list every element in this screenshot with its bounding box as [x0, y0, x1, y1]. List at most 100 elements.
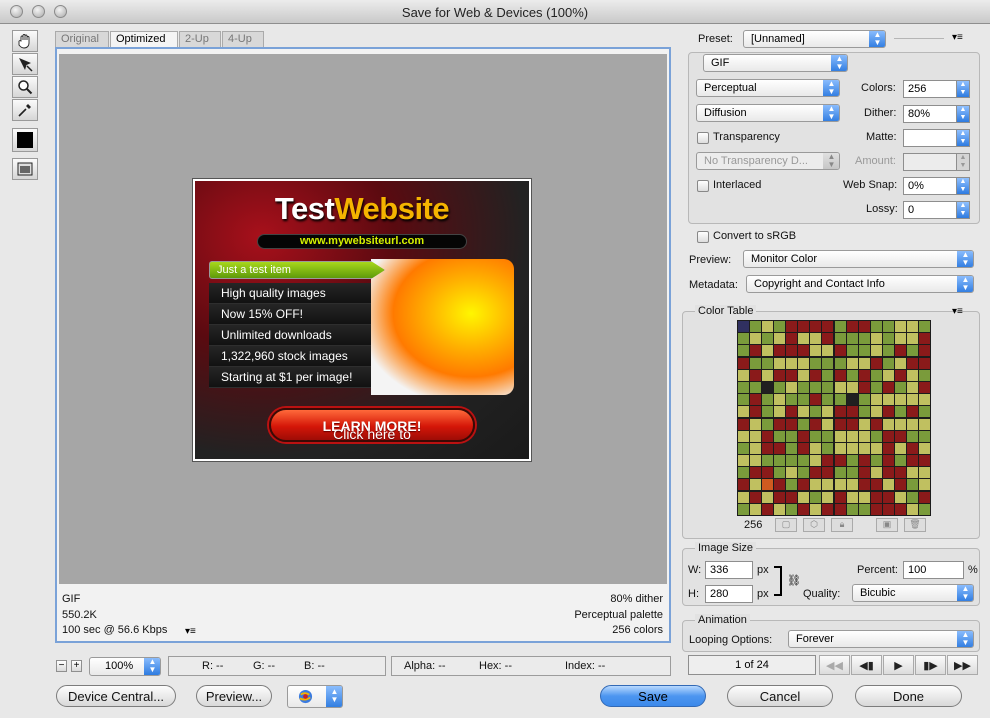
new-color-button[interactable]: ▣: [876, 518, 898, 532]
color-swatch[interactable]: [870, 321, 882, 332]
color-swatch[interactable]: [822, 406, 834, 418]
color-swatch[interactable]: [786, 455, 798, 467]
color-swatch[interactable]: [882, 418, 894, 430]
color-swatch[interactable]: [798, 418, 810, 430]
browser-preview-select[interactable]: ▲ ▼: [287, 685, 343, 708]
color-swatch[interactable]: [894, 321, 906, 332]
color-swatch[interactable]: [858, 442, 870, 454]
color-swatch[interactable]: [846, 406, 858, 418]
color-swatch[interactable]: [894, 369, 906, 381]
color-swatch[interactable]: [834, 406, 846, 418]
color-swatch[interactable]: [798, 406, 810, 418]
color-swatch[interactable]: [750, 357, 762, 369]
color-swatch[interactable]: [822, 333, 834, 345]
websnap-field[interactable]: 0%: [903, 177, 957, 195]
color-swatch[interactable]: [882, 333, 894, 345]
color-swatch[interactable]: [882, 467, 894, 479]
color-swatch[interactable]: [858, 357, 870, 369]
color-swatch[interactable]: [810, 321, 822, 332]
color-swatch[interactable]: [894, 467, 906, 479]
reduction-select[interactable]: Perceptual ▲ ▼: [696, 79, 840, 97]
color-table-grid[interactable]: [737, 320, 931, 516]
color-swatch[interactable]: [906, 442, 918, 454]
color-swatch[interactable]: [858, 321, 870, 332]
color-swatch[interactable]: [906, 455, 918, 467]
color-swatch[interactable]: [882, 442, 894, 454]
color-swatch[interactable]: [798, 345, 810, 357]
color-swatch[interactable]: [882, 381, 894, 393]
color-swatch[interactable]: [846, 369, 858, 381]
color-swatch[interactable]: [858, 455, 870, 467]
color-swatch[interactable]: [750, 503, 762, 515]
color-swatch[interactable]: [918, 418, 930, 430]
color-swatch[interactable]: [882, 345, 894, 357]
color-swatch[interactable]: [798, 321, 810, 332]
color-swatch[interactable]: [822, 321, 834, 332]
color-swatch[interactable]: [822, 394, 834, 406]
color-swatch[interactable]: [882, 455, 894, 467]
color-swatch[interactable]: [822, 430, 834, 442]
color-swatch[interactable]: [738, 442, 749, 454]
color-swatch[interactable]: [810, 503, 822, 515]
color-swatch[interactable]: [870, 333, 882, 345]
color-swatch[interactable]: [786, 357, 798, 369]
color-swatch[interactable]: [810, 406, 822, 418]
color-swatch[interactable]: [774, 369, 786, 381]
color-swatch[interactable]: [822, 381, 834, 393]
color-swatch[interactable]: [846, 357, 858, 369]
color-swatch[interactable]: [750, 394, 762, 406]
percent-field[interactable]: 100: [903, 561, 964, 579]
color-swatch[interactable]: [762, 479, 774, 491]
color-swatch[interactable]: [834, 467, 846, 479]
color-swatch[interactable]: [798, 479, 810, 491]
color-swatch[interactable]: [774, 455, 786, 467]
color-swatch[interactable]: [918, 381, 930, 393]
color-swatch[interactable]: [798, 503, 810, 515]
color-swatch[interactable]: [870, 479, 882, 491]
color-swatch[interactable]: [894, 430, 906, 442]
color-swatch[interactable]: [894, 406, 906, 418]
color-swatch[interactable]: [810, 491, 822, 503]
color-swatch[interactable]: [750, 381, 762, 393]
color-swatch[interactable]: [906, 321, 918, 332]
color-swatch[interactable]: [834, 321, 846, 332]
color-swatch[interactable]: [786, 333, 798, 345]
matte-field[interactable]: [903, 129, 957, 147]
color-swatch[interactable]: [834, 503, 846, 515]
color-swatch[interactable]: [918, 467, 930, 479]
color-swatch[interactable]: [762, 357, 774, 369]
color-swatch[interactable]: [882, 406, 894, 418]
color-swatch[interactable]: [906, 394, 918, 406]
next-frame-button[interactable]: ▮▶: [915, 655, 946, 675]
zoom-level-select[interactable]: 100% ▲ ▼: [89, 657, 161, 676]
color-swatch[interactable]: [750, 430, 762, 442]
color-swatch[interactable]: [858, 418, 870, 430]
web-shift-button[interactable]: ⬡: [803, 518, 825, 532]
color-swatch[interactable]: [810, 394, 822, 406]
color-swatch[interactable]: [798, 369, 810, 381]
color-swatch[interactable]: [858, 381, 870, 393]
transparency-dither-select[interactable]: No Transparency D... ▲ ▼: [696, 152, 840, 170]
color-swatch[interactable]: [786, 491, 798, 503]
websnap-stepper[interactable]: ▲ ▼: [956, 177, 970, 195]
color-swatch[interactable]: [906, 381, 918, 393]
color-swatch[interactable]: [822, 467, 834, 479]
color-swatch[interactable]: [858, 491, 870, 503]
color-swatch[interactable]: [774, 357, 786, 369]
color-swatch[interactable]: [906, 479, 918, 491]
color-swatch[interactable]: [774, 479, 786, 491]
color-swatch[interactable]: [858, 467, 870, 479]
color-swatch[interactable]: [774, 381, 786, 393]
matte-stepper[interactable]: ▲ ▼: [956, 129, 970, 147]
color-swatch[interactable]: [738, 479, 749, 491]
dither-algorithm-select[interactable]: Diffusion ▲ ▼: [696, 104, 840, 122]
color-swatch[interactable]: [846, 467, 858, 479]
lossy-field[interactable]: 0: [903, 201, 957, 219]
color-swatch[interactable]: [738, 333, 749, 345]
color-swatch[interactable]: [822, 357, 834, 369]
color-swatch[interactable]: [846, 381, 858, 393]
tab-2-up[interactable]: 2-Up: [179, 31, 221, 47]
zoom-out-button[interactable]: −: [56, 660, 67, 672]
download-time-menu-icon[interactable]: ▾≡: [185, 626, 196, 637]
color-swatch[interactable]: [894, 503, 906, 515]
